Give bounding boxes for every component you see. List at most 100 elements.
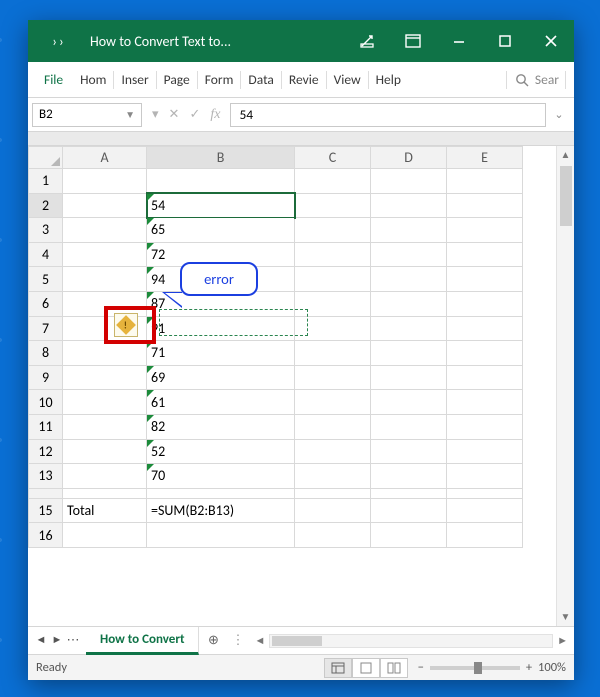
cell-C16[interactable]	[295, 523, 371, 548]
row-header-2[interactable]: 2	[29, 193, 63, 218]
qat-more-button[interactable]: ››	[28, 33, 90, 50]
cell-B11[interactable]: 82	[147, 414, 295, 439]
cell-D8[interactable]	[371, 341, 447, 366]
cell-E2[interactable]	[447, 193, 523, 218]
tab-formulas[interactable]: Form	[200, 62, 239, 98]
cell-D11[interactable]	[371, 414, 447, 439]
row-header-13[interactable]: 13	[29, 464, 63, 489]
cancel-icon[interactable]: ✕	[169, 107, 180, 122]
col-header-C[interactable]: C	[295, 147, 371, 169]
cell-A12[interactable]	[63, 439, 147, 464]
fx-icon[interactable]: fx	[210, 107, 220, 123]
cell-D15[interactable]	[371, 498, 447, 523]
cell-D16[interactable]	[371, 523, 447, 548]
row-header-16[interactable]: 16	[29, 523, 63, 548]
cell-B3[interactable]: 65	[147, 218, 295, 243]
cell-A15[interactable]: Total	[63, 498, 147, 523]
scroll-up-icon[interactable]: ▲	[557, 146, 574, 164]
cell-C1[interactable]	[295, 169, 371, 194]
cell-E7[interactable]	[447, 316, 523, 341]
cell-E13[interactable]	[447, 464, 523, 489]
new-sheet-button[interactable]: ⊕	[199, 633, 227, 648]
cell-E12[interactable]	[447, 439, 523, 464]
row-header-1[interactable]: 1	[29, 169, 63, 194]
cell-C4[interactable]	[295, 242, 371, 267]
cell-D7[interactable]	[371, 316, 447, 341]
cell-E4[interactable]	[447, 242, 523, 267]
zoom-in-button[interactable]: +	[526, 660, 532, 675]
dropdown-icon[interactable]: ▾	[152, 107, 159, 122]
cell-D9[interactable]	[371, 365, 447, 390]
cell-A13[interactable]	[63, 464, 147, 489]
maximize-button[interactable]	[482, 20, 528, 62]
tab-review[interactable]: Revie	[284, 62, 324, 98]
cell-C15[interactable]	[295, 498, 371, 523]
zoom-level[interactable]: 100%	[538, 660, 566, 675]
cell-E10[interactable]	[447, 390, 523, 415]
cell-D6[interactable]	[371, 291, 447, 316]
cell-E16[interactable]	[447, 523, 523, 548]
cell-A5[interactable]	[63, 267, 147, 292]
cell-D10[interactable]	[371, 390, 447, 415]
col-header-D[interactable]: D	[371, 147, 447, 169]
cell-C10[interactable]	[295, 390, 371, 415]
cell-A4[interactable]	[63, 242, 147, 267]
cell-A14[interactable]	[63, 488, 147, 498]
scroll-down-icon[interactable]: ▼	[557, 608, 574, 626]
cell-B12[interactable]: 52	[147, 439, 295, 464]
sheet-tab-active[interactable]: How to Convert	[86, 627, 199, 655]
view-page-layout-button[interactable]	[352, 658, 380, 678]
ribbon-display-icon[interactable]	[390, 20, 436, 62]
cell-A2[interactable]	[63, 193, 147, 218]
tab-data[interactable]: Data	[243, 62, 278, 98]
cell-C3[interactable]	[295, 218, 371, 243]
cell-C11[interactable]	[295, 414, 371, 439]
cell-B15[interactable]: =SUM(B2:B13)	[147, 498, 295, 523]
col-header-B[interactable]: B	[147, 147, 295, 169]
cell-D3[interactable]	[371, 218, 447, 243]
cell-A16[interactable]	[63, 523, 147, 548]
row-header-5[interactable]: 5	[29, 267, 63, 292]
cell-A3[interactable]	[63, 218, 147, 243]
scroll-thumb[interactable]	[560, 166, 572, 226]
tell-me-search[interactable]: Sear	[504, 71, 568, 89]
cell-C9[interactable]	[295, 365, 371, 390]
cell-B2[interactable]: 54	[147, 193, 295, 218]
cell-E3[interactable]	[447, 218, 523, 243]
cell-B13[interactable]: 70	[147, 464, 295, 489]
cell-B8[interactable]: 71	[147, 341, 295, 366]
ellipsis-icon[interactable]: ⋯	[66, 633, 80, 648]
view-page-break-button[interactable]	[380, 658, 408, 678]
row-header-3[interactable]: 3	[29, 218, 63, 243]
horizontal-scrollbar[interactable]: ◄►	[248, 634, 574, 648]
cell-D12[interactable]	[371, 439, 447, 464]
row-header-15[interactable]: 15	[29, 498, 63, 523]
cell-C14[interactable]	[295, 488, 371, 498]
zoom-out-button[interactable]: −	[418, 660, 424, 675]
row-header-7[interactable]: 7	[29, 316, 63, 341]
cell-E11[interactable]	[447, 414, 523, 439]
tab-file[interactable]: File	[38, 62, 75, 98]
row-header-8[interactable]: 8	[29, 341, 63, 366]
cell-A9[interactable]	[63, 365, 147, 390]
col-header-A[interactable]: A	[63, 147, 147, 169]
cell-D2[interactable]	[371, 193, 447, 218]
formula-input[interactable]: 54	[230, 103, 546, 127]
row-header-10[interactable]: 10	[29, 390, 63, 415]
enter-icon[interactable]: ✓	[189, 107, 200, 122]
tab-page-layout[interactable]: Page	[159, 62, 195, 98]
cell-B16[interactable]	[147, 523, 295, 548]
cell-B10[interactable]: 61	[147, 390, 295, 415]
tab-view[interactable]: View	[329, 62, 366, 98]
tab-insert[interactable]: Inser	[116, 62, 153, 98]
row-header-11[interactable]: 11	[29, 414, 63, 439]
row-header-4[interactable]: 4	[29, 242, 63, 267]
select-all-corner[interactable]	[29, 147, 63, 169]
cell-E6[interactable]	[447, 291, 523, 316]
cell-B9[interactable]: 69	[147, 365, 295, 390]
cell-A11[interactable]	[63, 414, 147, 439]
cell-E9[interactable]	[447, 365, 523, 390]
cell-E1[interactable]	[447, 169, 523, 194]
row-header-14[interactable]	[29, 488, 63, 498]
close-button[interactable]	[528, 20, 574, 62]
